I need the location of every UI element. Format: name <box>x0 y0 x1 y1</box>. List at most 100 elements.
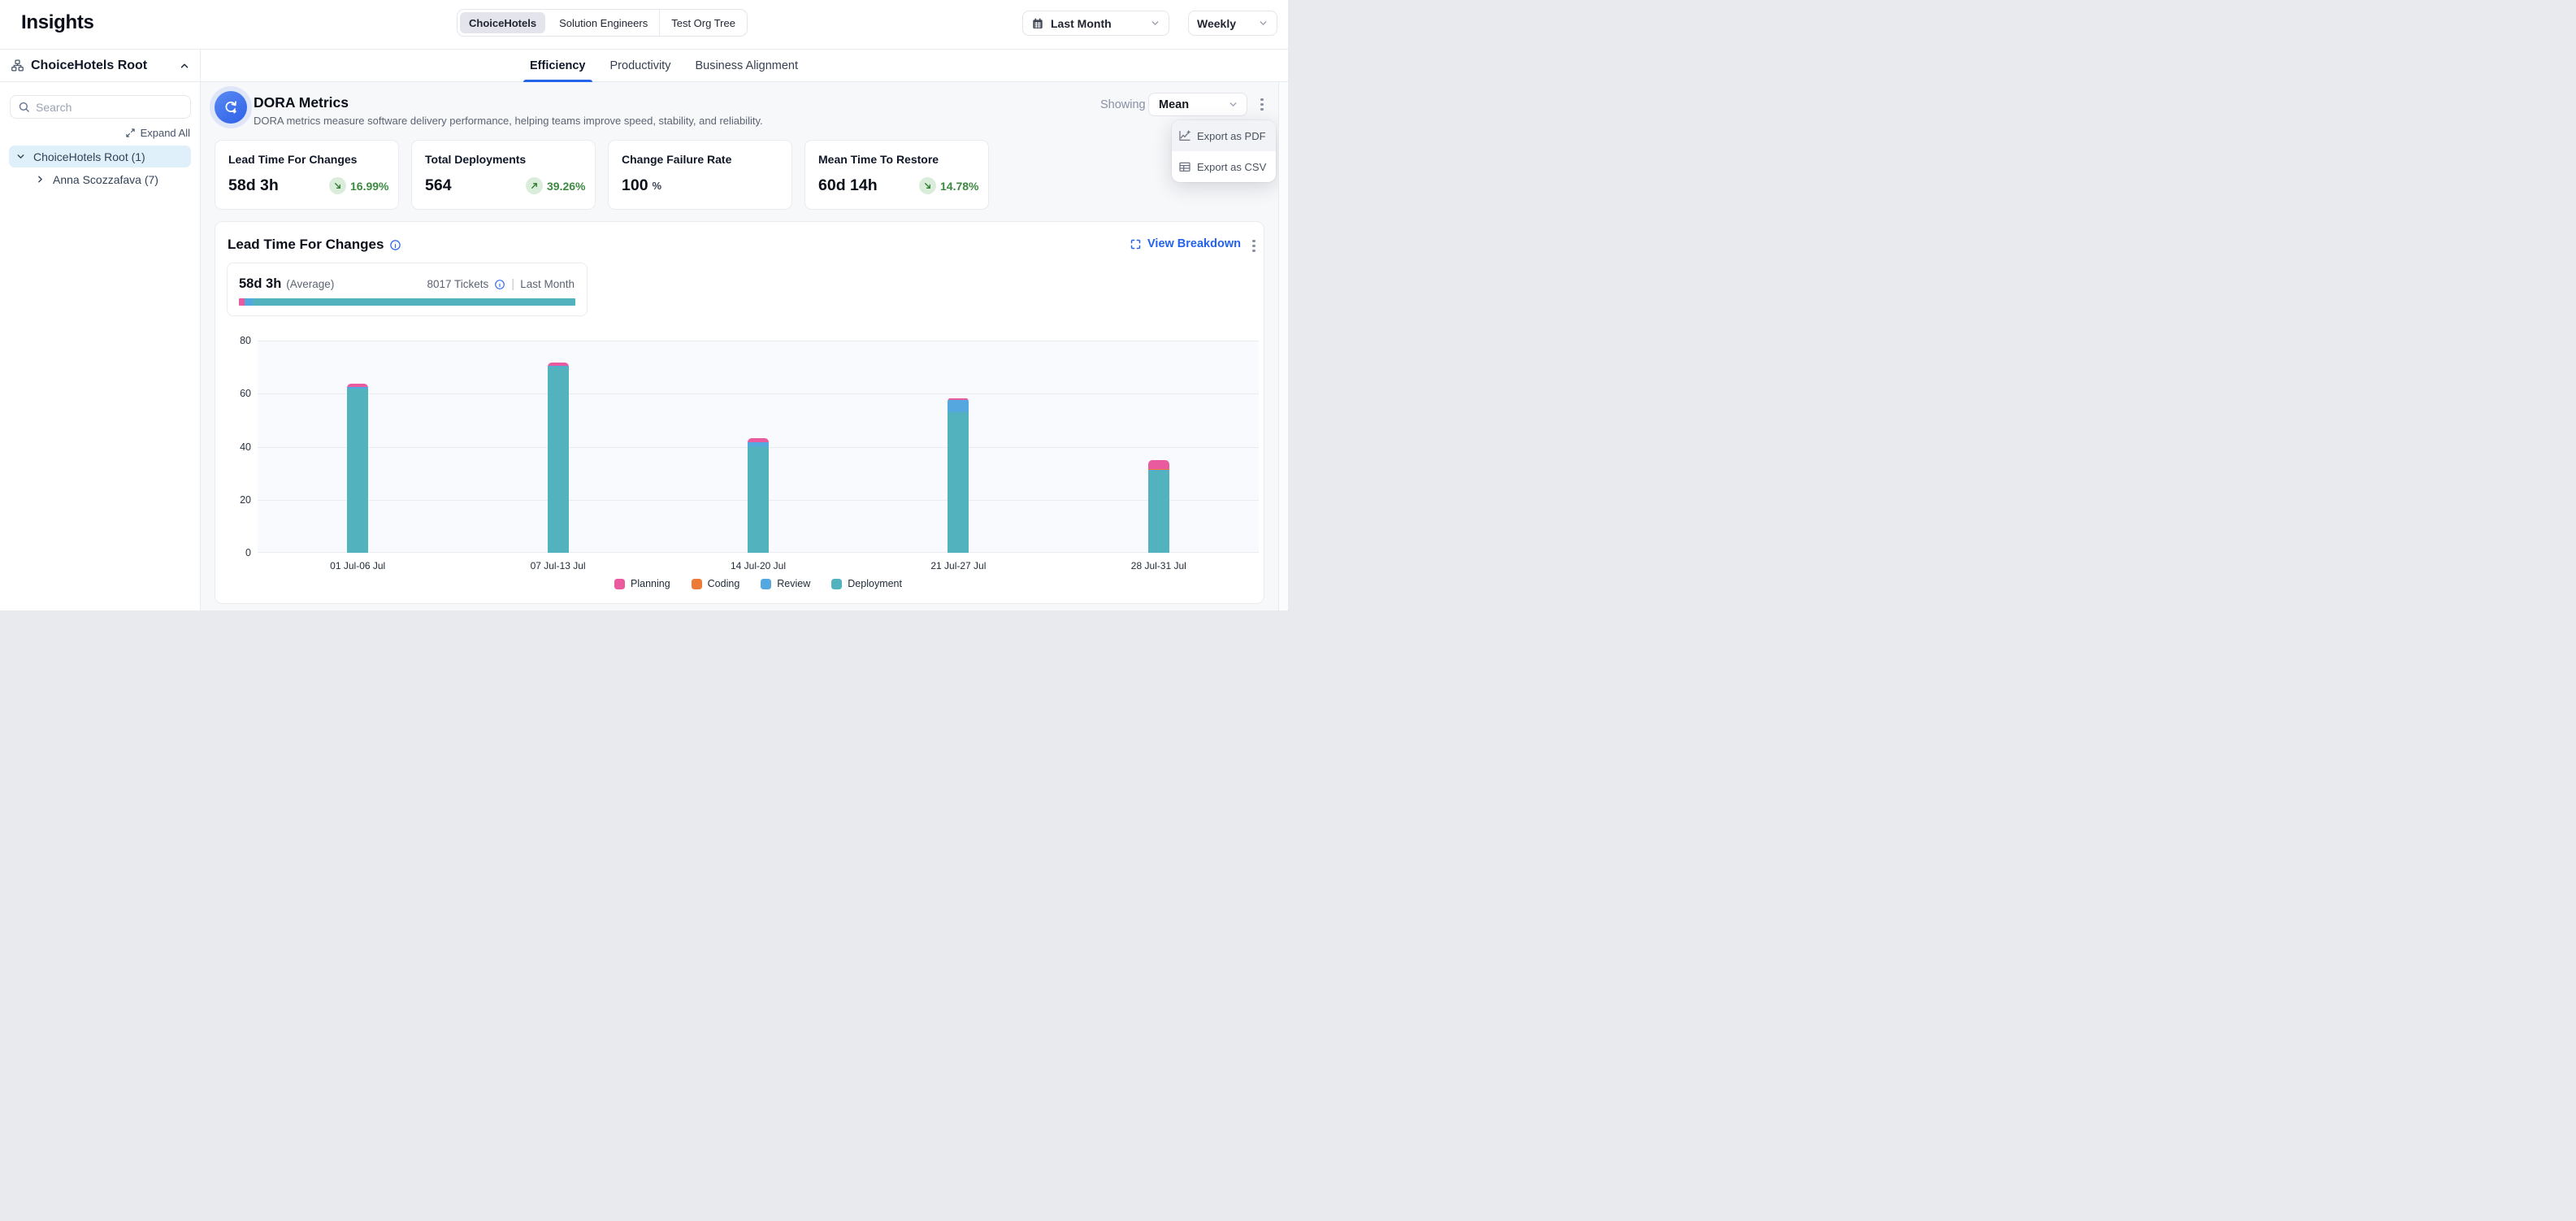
page-title: Insights <box>21 11 94 34</box>
table-icon <box>1178 160 1191 173</box>
bar-01-jul-06-jul[interactable] <box>347 384 368 553</box>
granularity-value: Weekly <box>1197 17 1236 30</box>
expand-all-icon <box>125 128 136 138</box>
search-box <box>10 95 191 119</box>
org-tab-test-org-tree[interactable]: Test Org Tree <box>659 10 747 36</box>
chart-legend: Planning Coding Review Deployment <box>258 578 1259 589</box>
chevron-down-icon[interactable] <box>15 151 26 162</box>
metric-card-delta: 16.99% <box>329 177 388 194</box>
bar-segment-deployment <box>548 367 569 553</box>
scrollbar-track[interactable] <box>1278 82 1288 610</box>
average-summary-card: 58d 3h (Average) 8017 Tickets | Last Mon… <box>227 263 588 316</box>
y-tick-label: 40 <box>219 441 251 453</box>
tree-item[interactable]: Anna Scozzafava (7) <box>28 168 191 190</box>
lead-time-chart-card: Lead Time For Changes View Breakdown 58d… <box>215 221 1264 604</box>
date-range-value: Last Month <box>1051 17 1112 30</box>
arrow-up-right-icon <box>526 177 543 194</box>
chart-line-icon <box>1178 129 1191 142</box>
menu-item-export-as-csv[interactable]: Export as CSV <box>1172 151 1276 182</box>
info-icon[interactable] <box>389 239 401 251</box>
bar-segment-deployment <box>948 412 969 553</box>
expand-all-button[interactable]: Expand All <box>125 127 190 139</box>
sidebar-header: ChoiceHotels Root <box>0 50 200 82</box>
metric-card-title: Change Failure Rate <box>622 153 778 166</box>
average-value-row: 58d 3h (Average) <box>239 276 334 292</box>
legend-item-coding[interactable]: Coding <box>692 578 740 589</box>
dora-metrics-description: DORA metrics measure software delivery p… <box>254 115 763 127</box>
legend-label: Coding <box>708 578 740 589</box>
progress-segment-review <box>245 298 253 306</box>
tickets-count: 8017 Tickets <box>427 278 489 290</box>
expand-all-label: Expand All <box>141 127 190 139</box>
metric-card-delta-value: 14.78% <box>940 180 978 193</box>
granularity-select[interactable]: Weekly <box>1188 11 1277 36</box>
progress-segment-planning <box>239 298 245 306</box>
sidebar-title: ChoiceHotels Root <box>31 59 172 73</box>
tree-item[interactable]: ChoiceHotels Root (1) <box>9 146 191 167</box>
search-input[interactable] <box>36 101 183 114</box>
chevron-down-icon <box>1228 99 1238 110</box>
bar-21-jul-27-jul[interactable] <box>948 398 969 553</box>
metric-card-total-deployments: Total Deployments 564 39.26% <box>411 140 596 210</box>
arrow-down-right-icon <box>329 177 346 194</box>
dora-cycle-icon <box>215 91 247 124</box>
bar-segment-deployment <box>748 446 769 553</box>
top-bar: Insights ChoiceHotelsSolution EngineersT… <box>0 0 1288 50</box>
insights-dashboard: Insights ChoiceHotelsSolution EngineersT… <box>0 0 1288 610</box>
view-breakdown-button[interactable]: View Breakdown <box>1130 237 1241 250</box>
legend-label: Deployment <box>848 578 902 589</box>
metric-card-delta-value: 16.99% <box>350 180 388 193</box>
metric-card-title: Total Deployments <box>425 153 582 166</box>
showing-mode-select[interactable]: Mean <box>1148 93 1247 116</box>
date-range-select[interactable]: Last Month <box>1022 11 1169 36</box>
y-tick-label: 60 <box>219 388 251 399</box>
bar-07-jul-13-jul[interactable] <box>548 363 569 553</box>
bar-segment-review <box>948 400 969 411</box>
x-tick-label: 28 Jul-31 Jul <box>1059 560 1259 571</box>
legend-swatch <box>692 579 702 589</box>
period-label: Last Month <box>520 278 575 290</box>
x-tick-label: 21 Jul-27 Jul <box>858 560 1058 571</box>
metric-card-unit: % <box>653 180 662 192</box>
metric-card-value: 58d 3h <box>228 176 279 195</box>
gridline-60 <box>258 393 1259 394</box>
main-content: Efficiency Productivity Business Alignment… <box>201 50 1288 610</box>
tree-item-label: ChoiceHotels Root (1) <box>33 150 145 163</box>
bar-28-jul-31-jul[interactable] <box>1148 460 1169 553</box>
tab-business-alignment[interactable]: Business Alignment <box>692 50 800 82</box>
org-tab-solution-engineers[interactable]: Solution Engineers <box>548 10 659 36</box>
showing-mode-value: Mean <box>1159 98 1228 111</box>
bar-14-jul-20-jul[interactable] <box>748 438 769 553</box>
menu-item-export-as-pdf[interactable]: Export as PDF <box>1172 120 1276 151</box>
org-segmented-control: ChoiceHotelsSolution EngineersTest Org T… <box>457 9 748 37</box>
average-value: 58d 3h <box>239 276 281 292</box>
collapse-chevron-up-icon[interactable] <box>179 60 190 72</box>
search-icon <box>18 101 30 113</box>
metric-card-delta: 14.78% <box>919 177 978 194</box>
metric-card-value: 60d 14h <box>818 176 878 195</box>
chart-kebab-menu-icon[interactable] <box>1246 234 1262 258</box>
metric-card-value: 564 <box>425 176 452 195</box>
legend-item-review[interactable]: Review <box>761 578 810 589</box>
dora-kebab-menu-icon[interactable] <box>1254 93 1270 116</box>
main-tabs: Efficiency Productivity Business Alignment <box>527 50 800 82</box>
average-label: (Average) <box>286 278 334 290</box>
sidebar: ChoiceHotels Root Expand All ChoiceHotel… <box>0 50 201 610</box>
y-tick-label: 20 <box>219 494 251 506</box>
chevron-right-icon[interactable] <box>35 174 46 185</box>
bar-segment-deployment <box>1148 471 1169 553</box>
legend-item-deployment[interactable]: Deployment <box>831 578 902 589</box>
legend-swatch <box>614 579 625 589</box>
bar-segment-deployment <box>347 389 368 553</box>
metric-card-delta: 39.26% <box>526 177 585 194</box>
arrow-down-right-icon <box>919 177 936 194</box>
info-icon[interactable] <box>494 279 505 290</box>
chart-title: Lead Time For Changes <box>228 237 384 253</box>
legend-label: Planning <box>631 578 670 589</box>
tab-efficiency[interactable]: Efficiency <box>527 50 588 82</box>
tab-productivity[interactable]: Productivity <box>608 50 674 82</box>
org-tab-choicehotels[interactable]: ChoiceHotels <box>460 12 545 33</box>
legend-label: Review <box>777 578 810 589</box>
tickets-period-row: 8017 Tickets | Last Month <box>427 277 575 291</box>
legend-item-planning[interactable]: Planning <box>614 578 670 589</box>
